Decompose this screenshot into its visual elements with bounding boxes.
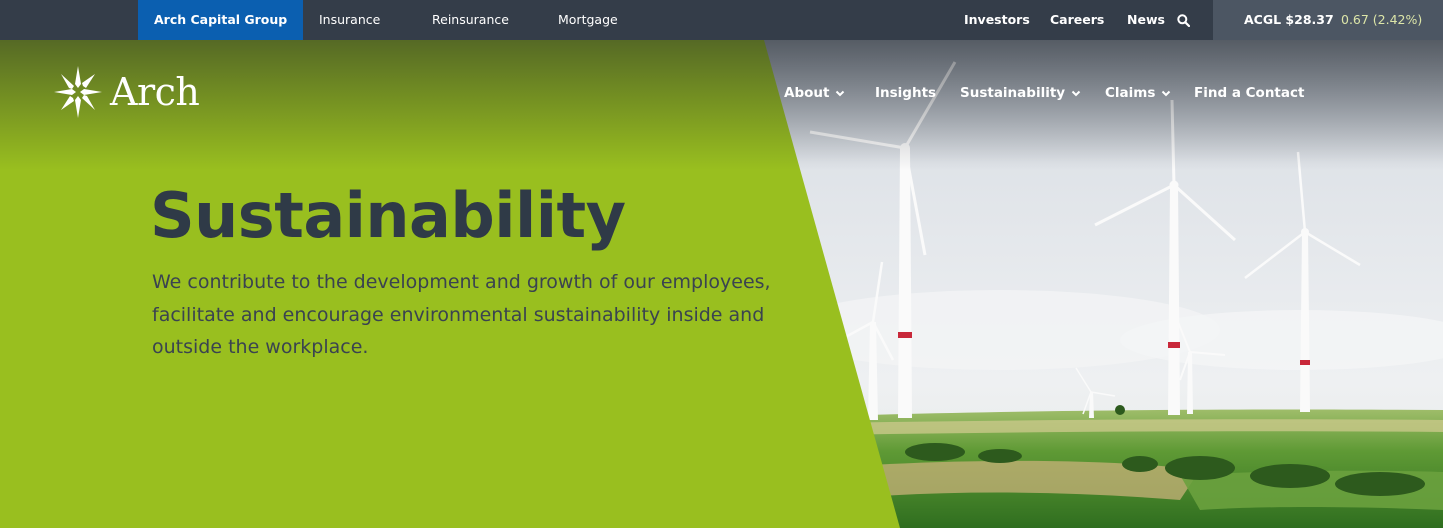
chevron-down-icon xyxy=(1071,90,1081,97)
utility-bar: Arch Capital Group Insurance Reinsurance… xyxy=(0,0,1443,40)
nav-insights[interactable]: Insights xyxy=(875,80,936,106)
arch-capital-group-link[interactable]: Arch Capital Group xyxy=(138,0,304,40)
mortgage-link[interactable]: Mortgage xyxy=(558,0,618,40)
careers-link[interactable]: Careers xyxy=(1050,0,1104,40)
chevron-down-icon xyxy=(836,90,845,97)
page-title: Sustainability xyxy=(150,179,626,252)
arch-logo[interactable]: Arch xyxy=(52,64,200,120)
news-link[interactable]: News xyxy=(1127,0,1165,40)
nav-claims[interactable]: Claims xyxy=(1105,80,1171,106)
nav-find-a-contact-label: Find a Contact xyxy=(1194,85,1305,101)
nav-claims-label: Claims xyxy=(1105,85,1156,101)
search-icon xyxy=(1176,13,1190,27)
nav-sustainability[interactable]: Sustainability xyxy=(960,80,1081,106)
stock-ticker[interactable]: ACGL $28.37 0.67 (2.42%) xyxy=(1213,0,1443,40)
nav-about-label: About xyxy=(784,85,830,101)
insurance-link[interactable]: Insurance xyxy=(319,0,380,40)
hero-section: Arch About Insights Sustainability Claim… xyxy=(0,40,1443,528)
ticker-change: 0.67 (2.42%) xyxy=(1341,12,1423,27)
nav-insights-label: Insights xyxy=(875,85,937,101)
nav-sustainability-label: Sustainability xyxy=(960,85,1066,101)
ticker-symbol-price: ACGL $28.37 xyxy=(1244,12,1334,27)
reinsurance-link[interactable]: Reinsurance xyxy=(432,0,509,40)
star-compass-icon xyxy=(54,66,102,118)
hero-description: We contribute to the development and gro… xyxy=(152,271,771,358)
nav-about[interactable]: About xyxy=(784,80,845,106)
logo-wordmark: Arch xyxy=(110,70,200,114)
chevron-down-icon xyxy=(1162,90,1171,97)
nav-find-a-contact[interactable]: Find a Contact xyxy=(1194,80,1304,106)
search-button[interactable] xyxy=(1170,0,1196,40)
investors-link[interactable]: Investors xyxy=(964,0,1030,40)
